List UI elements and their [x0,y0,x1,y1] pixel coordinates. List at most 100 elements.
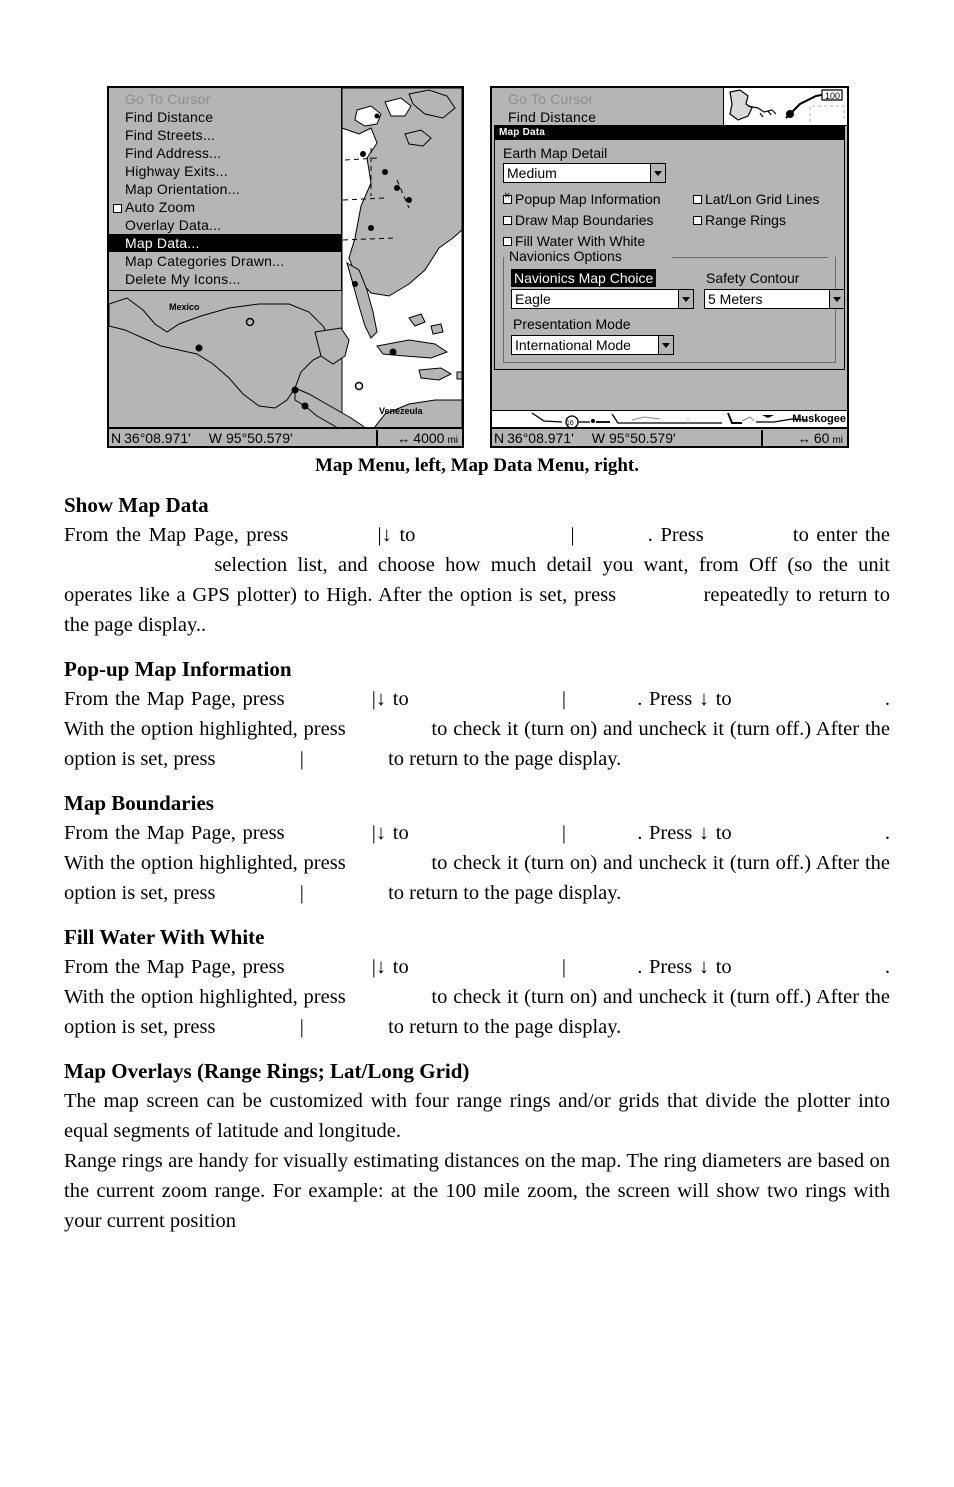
checkbox-range-rings[interactable]: Range Rings [693,211,786,230]
key-graphic-placeholder [623,580,697,610]
key-graphic-placeholder [573,952,631,982]
key-graphic-placeholder [711,520,785,550]
figure-caption: Map Menu, left, Map Data Menu, right. [314,455,640,476]
key-graphic-placeholder [309,744,383,774]
chevron-down-icon[interactable] [658,336,673,354]
map-menu-behind-dialog: Go To Cursor Find Distance [492,88,723,128]
mini-map-graphic: 100 [724,88,847,125]
status-bar-left: N 36°08.971' W 95°50.579' ↔ 4000 mi [109,427,462,446]
map-label-mexico: Mexico [169,302,200,312]
menu-item-map-orientation[interactable]: Map Orientation... [109,180,341,198]
menu-item-find-distance[interactable]: Find Distance [109,108,341,126]
map-label-venezeula: Venezeula [379,406,423,416]
map-menu-list[interactable]: Go To Cursor Find Distance Find Streets.… [109,88,342,291]
key-graphic-placeholder [221,744,295,774]
zoom-unit: mi [832,434,843,446]
checkbox-icon-lat-lon-grid-lines[interactable] [693,195,702,204]
key-graphic-placeholder [415,818,555,848]
checkbox-icon-range-rings[interactable] [693,216,702,225]
figure-screenshots: Mexico Venezeula Go To Cursor Find Dista… [0,86,954,448]
menu-item-map-data[interactable]: Map Data... [109,234,341,252]
checkbox-icon-draw-map-boundaries[interactable] [503,216,512,225]
menu-item-label: Find Distance [508,109,597,125]
zoom-range-indicator: ↔ 4000 mi [376,429,462,446]
menu-item-label: Overlay Data... [125,217,222,233]
menu-item-label: Find Distance [125,109,214,125]
checkbox-icon-fill-water-with-white[interactable] [503,237,512,246]
section-heading: Show Map Data [64,493,209,517]
key-graphic-placeholder [738,684,878,714]
key-graphic-placeholder [64,550,204,580]
safety-contour-dropdown[interactable]: 5 Meters [704,289,845,309]
navionics-map-choice-dropdown[interactable]: Eagle [511,289,694,309]
chevron-down-icon[interactable] [829,290,844,308]
section-heading: Map Overlays (Range Rings; Lat/Long Grid… [64,1059,470,1083]
menu-item-label: Go To Cursor [508,91,594,107]
checkbox-draw-map-boundaries[interactable]: Draw Map Boundaries [503,211,693,230]
map-data-menu-device-screenshot: Go To Cursor Find Distance 100 Map Data [490,86,849,448]
earth-map-detail-label: Earth Map Detail [503,145,608,161]
navionics-map-choice-value: Eagle [515,291,551,307]
key-graphic-placeholder [573,818,631,848]
horizontal-double-arrow-icon: ↔ [397,430,411,446]
key-graphic-placeholder [291,952,365,982]
menu-item-highway-exits[interactable]: Highway Exits... [109,162,341,180]
zoom-range-indicator: ↔ 60 mi [761,429,847,446]
menu-item-go-to-cursor: Go To Cursor [492,90,723,108]
key-graphic-placeholder [415,952,555,982]
lat-hemisphere: N [111,429,122,446]
checkbox-lat-lon-grid-lines[interactable]: Lat/Lon Grid Lines [693,190,819,209]
key-graphic-placeholder [291,818,365,848]
checkbox-label: Popup Map Information [515,191,661,207]
key-graphic-placeholder [309,1012,383,1042]
dialog-title: Map Data [495,126,844,140]
presentation-mode-label: Presentation Mode [513,316,631,332]
menu-item-auto-zoom[interactable]: Auto Zoom [109,198,341,216]
horizontal-double-arrow-icon: ↔ [797,430,811,446]
key-graphic-placeholder [423,520,563,550]
key-graphic-placeholder [309,878,383,908]
key-graphic-placeholder [738,818,878,848]
checkbox-label: Lat/Lon Grid Lines [705,191,820,207]
menu-item-label: Map Orientation... [125,181,240,197]
key-graphic-placeholder [738,952,878,982]
zoom-unit: mi [447,434,458,446]
key-graphic-placeholder [415,684,555,714]
navionics-options-legend: Navionics Options [508,248,625,265]
lon-hemisphere: W [208,429,223,446]
key-graphic-placeholder [296,520,370,550]
latitude-value: 36°08.971' [124,429,191,446]
earth-map-detail-dropdown[interactable]: Medium [503,163,666,183]
paragraph: From the Map Page, press |↓ to | . Press… [64,952,890,1042]
lat-hemisphere: N [494,429,505,446]
menu-item-label: Go To Cursor [125,91,211,107]
menu-item-find-address[interactable]: Find Address... [109,144,341,162]
section-heading: Map Boundaries [64,791,214,815]
checkbox-label: Draw Map Boundaries [515,212,654,228]
navionics-options-group: Navionics Options Navionics Map Choice E… [503,248,845,363]
menu-item-find-streets[interactable]: Find Streets... [109,126,341,144]
key-graphic-placeholder [221,1012,295,1042]
zoom-value: 4000 [413,429,445,446]
menu-item-label: Highway Exits... [125,163,228,179]
menu-item-label: Delete My Icons... [125,271,241,287]
key-graphic-placeholder [221,878,295,908]
menu-item-label: Find Streets... [125,127,216,143]
chevron-down-icon[interactable] [650,164,665,182]
paragraph: From the Map Page, press |↓ to | . Press… [64,684,890,774]
menu-item-map-categories-drawn[interactable]: Map Categories Drawn... [109,252,341,270]
zoom-value: 60 [813,429,830,446]
svg-text:100: 100 [825,91,840,101]
menu-item-delete-my-icons[interactable]: Delete My Icons... [109,270,341,288]
menu-item-label: Find Address... [125,145,222,161]
checkbox-icon-auto-zoom[interactable] [113,204,122,213]
key-graphic-placeholder [352,982,426,1012]
section-heading: Pop-up Map Information [64,657,292,681]
presentation-mode-value: International Mode [515,337,631,353]
key-graphic-placeholder [573,684,631,714]
checkbox-icon-popup-map-information[interactable] [503,191,512,204]
chevron-down-icon[interactable] [678,290,693,308]
checkbox-popup-map-information[interactable]: Popup Map Information [503,190,693,209]
menu-item-overlay-data[interactable]: Overlay Data... [109,216,341,234]
presentation-mode-dropdown[interactable]: International Mode [511,335,674,355]
